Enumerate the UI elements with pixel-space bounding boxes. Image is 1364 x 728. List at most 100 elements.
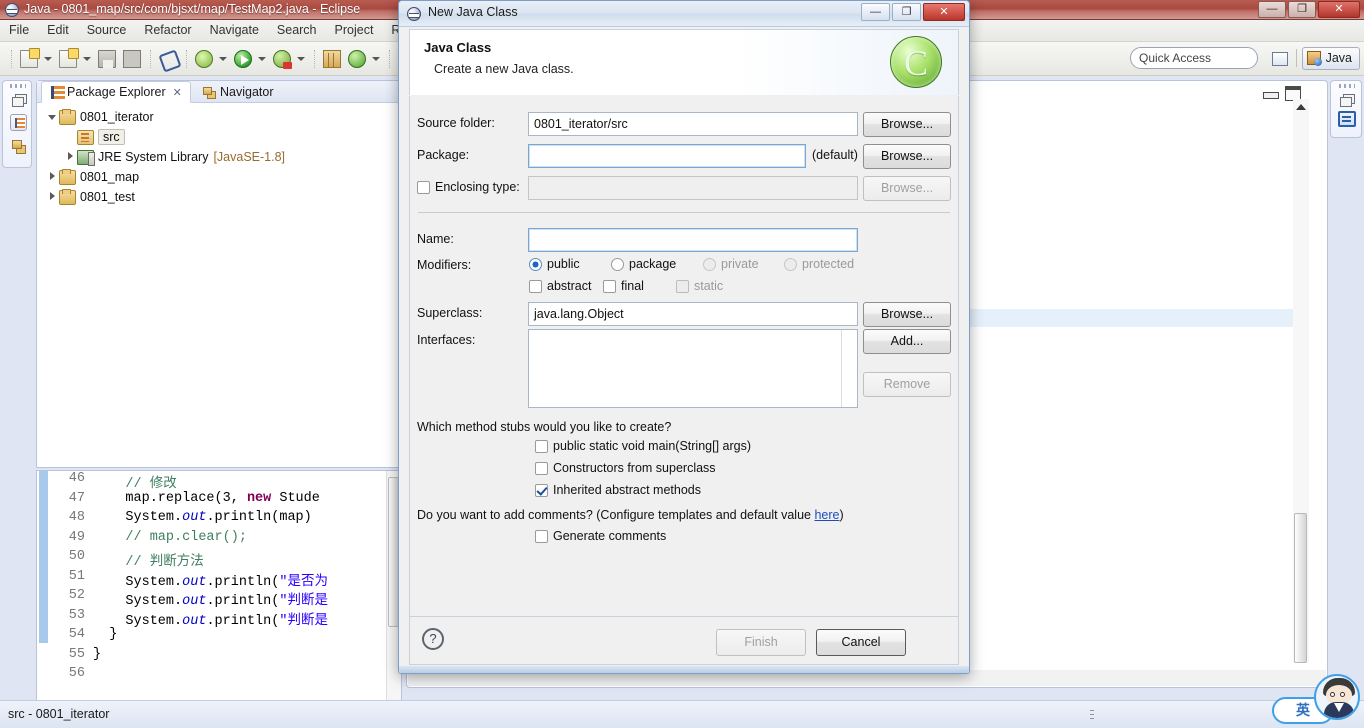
twisty-closed-icon[interactable] xyxy=(63,152,77,162)
superclass-input[interactable]: java.lang.Object xyxy=(528,302,858,326)
enclosing-type-input[interactable] xyxy=(528,176,858,200)
package-explorer-icon xyxy=(50,85,65,99)
interfaces-list[interactable] xyxy=(528,329,858,408)
cancel-button[interactable]: Cancel xyxy=(816,629,906,656)
stub-inherited-checkbox[interactable] xyxy=(535,484,548,497)
new-wizard-button[interactable] xyxy=(17,46,41,72)
main-editor-vertical-scrollbar[interactable] xyxy=(1293,99,1309,663)
menu-item-project[interactable]: Project xyxy=(326,20,383,40)
generate-comments-checkbox[interactable] xyxy=(535,530,548,543)
new-java-class-dropdown[interactable] xyxy=(81,46,92,72)
minimize-button[interactable]: — xyxy=(1258,1,1286,18)
stub-main-checkbox[interactable] xyxy=(535,440,548,453)
close-icon[interactable]: ✕ xyxy=(173,86,182,99)
tree-item-0801-iterator[interactable]: 0801_iterator xyxy=(37,107,401,127)
maximize-button[interactable]: ❐ xyxy=(1288,1,1316,18)
interfaces-add-button[interactable]: Add... xyxy=(863,329,951,354)
drag-handle-dots[interactable] xyxy=(10,84,26,88)
screen: Java - 0801_map/src/com/bjsxt/map/TestMa… xyxy=(0,0,1364,728)
menu-item-search[interactable]: Search xyxy=(268,20,326,40)
refresh-dropdown[interactable] xyxy=(370,46,381,72)
debug-dropdown[interactable] xyxy=(217,46,228,72)
code-keyword: new xyxy=(246,490,272,506)
dialog-body: Source folder: 0801_iterator/src Browse.… xyxy=(409,96,959,617)
twisty-closed-icon[interactable] xyxy=(45,172,59,182)
open-perspective-icon[interactable] xyxy=(1269,47,1291,69)
package-input[interactable] xyxy=(528,144,806,168)
navigator-icon[interactable] xyxy=(10,137,27,154)
new-wizard-dropdown[interactable] xyxy=(42,46,53,72)
perspective-separator xyxy=(1295,49,1297,67)
enclosing-type-checkbox[interactable] xyxy=(417,181,430,194)
tab-package-explorer-label: Package Explorer xyxy=(67,85,166,99)
modifier-abstract-checkbox[interactable] xyxy=(529,280,542,293)
menu-item-edit[interactable]: Edit xyxy=(38,20,78,40)
toggle-mark-occurrences-button[interactable] xyxy=(156,46,180,72)
debug-button[interactable] xyxy=(192,46,216,72)
modifier-public-radio[interactable] xyxy=(529,258,542,271)
source-folder-input[interactable]: 0801_iterator/src xyxy=(528,112,858,136)
drag-handle-dots[interactable] xyxy=(1339,84,1355,88)
tree-item-jre-system-library[interactable]: JRE System Library [JavaSE-1.8] xyxy=(37,147,401,167)
outline-view-icon[interactable] xyxy=(1338,111,1356,127)
code-editor-view: 46 // 修改 47 map.replace(3, new Stude 48 … xyxy=(36,470,402,728)
run-dropdown[interactable] xyxy=(256,46,267,72)
run-external-tools-button[interactable] xyxy=(270,46,294,72)
close-button[interactable]: ✕ xyxy=(1318,1,1360,18)
quick-access-input[interactable]: Quick Access xyxy=(1130,47,1258,69)
name-row: Name: xyxy=(410,228,958,254)
refresh-button[interactable] xyxy=(345,46,369,72)
twisty-closed-icon[interactable] xyxy=(45,192,59,202)
new-java-class-button[interactable] xyxy=(56,46,80,72)
source-folder-browse-button[interactable]: Browse... xyxy=(863,112,951,137)
perspective-java-button[interactable]: Java xyxy=(1301,46,1360,70)
stub-constructors-label: Constructors from superclass xyxy=(553,461,716,475)
stub-constructors-checkbox[interactable] xyxy=(535,462,548,475)
new-java-project-button[interactable] xyxy=(320,46,344,72)
code-line: 46 // 修改 xyxy=(37,471,401,492)
line-number: 48 xyxy=(68,510,85,525)
dialog-close-button[interactable]: ✕ xyxy=(923,3,965,21)
ime-avatar[interactable] xyxy=(1314,674,1360,720)
modifier-package-radio[interactable] xyxy=(611,258,624,271)
superclass-browse-button[interactable]: Browse... xyxy=(863,302,951,327)
name-input[interactable] xyxy=(528,228,858,252)
menu-item-file[interactable]: File xyxy=(0,20,38,40)
code-field: out xyxy=(182,510,207,525)
interfaces-row: Interfaces: Add... Remove xyxy=(410,329,958,419)
save-all-button[interactable] xyxy=(120,46,144,72)
tree-item-0801-test[interactable]: 0801_test xyxy=(37,187,401,207)
run-button[interactable] xyxy=(231,46,255,72)
menu-item-source[interactable]: Source xyxy=(78,20,136,40)
modifier-final-checkbox[interactable] xyxy=(603,280,616,293)
restore-icon[interactable] xyxy=(1339,93,1354,107)
tab-package-explorer[interactable]: Package Explorer ✕ xyxy=(41,81,191,103)
status-resize-handle[interactable] xyxy=(1090,710,1094,721)
package-browse-button[interactable]: Browse... xyxy=(863,144,951,169)
scroll-up-arrow-icon[interactable] xyxy=(1296,104,1306,110)
run-external-tools-dropdown[interactable] xyxy=(295,46,306,72)
dialog-bottom-edge xyxy=(399,666,969,673)
save-icon xyxy=(98,50,116,68)
dialog-maximize-button[interactable]: ❐ xyxy=(892,3,921,21)
dialog-minimize-button[interactable]: — xyxy=(861,3,890,21)
java-perspective-icon xyxy=(1306,50,1322,66)
code-lines[interactable]: 46 // 修改 47 map.replace(3, new Stude 48 … xyxy=(37,471,401,728)
tab-navigator[interactable]: Navigator xyxy=(195,81,282,103)
configure-templates-link[interactable]: here xyxy=(814,508,839,522)
right-fast-view-bar xyxy=(1330,80,1362,138)
menu-item-refactor[interactable]: Refactor xyxy=(135,20,200,40)
menu-item-navigate[interactable]: Navigate xyxy=(201,20,268,40)
left-fast-view-bar xyxy=(2,80,32,168)
tree-item-0801-map[interactable]: 0801_map xyxy=(37,167,401,187)
twisty-open-icon[interactable] xyxy=(45,112,59,122)
tree-item-src[interactable]: src xyxy=(37,127,401,147)
refresh-icon xyxy=(348,50,366,68)
restore-icon[interactable] xyxy=(10,93,27,110)
scrollbar-thumb[interactable] xyxy=(1294,513,1307,663)
package-explorer-icon[interactable] xyxy=(10,114,27,131)
save-button[interactable] xyxy=(95,46,119,72)
help-icon[interactable]: ? xyxy=(422,628,444,650)
minimize-view-icon[interactable] xyxy=(1263,89,1279,99)
line-number: 50 xyxy=(68,549,85,564)
